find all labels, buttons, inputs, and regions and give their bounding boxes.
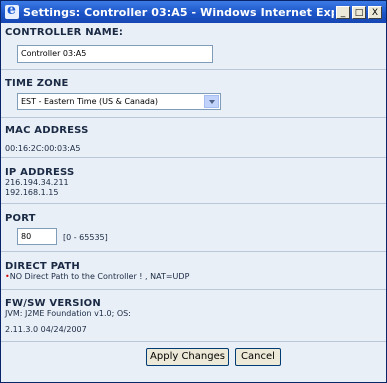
mac-address-value: 00:16:2C:00:03:A5 <box>5 144 81 153</box>
divider <box>1 251 386 252</box>
close-button[interactable]: X <box>368 5 382 19</box>
divider <box>1 203 386 204</box>
mac-address-section: MAC ADDRESS 00:16:2C:00:03:A5 <box>1 125 386 154</box>
port-section: PORT <box>1 213 386 224</box>
fw-sw-version-line1: JVM: J2ME Foundation v1.0; OS: <box>5 309 131 318</box>
direct-path-message: NO Direct Path to the Controller ! , NAT… <box>9 272 190 281</box>
divider <box>1 341 386 342</box>
fw-sw-version-section: FW/SW VERSION JVM: J2ME Foundation v1.0;… <box>1 298 386 335</box>
settings-panel: CONTROLLER NAME: Controller 03:A5 TIME Z… <box>1 23 386 382</box>
direct-path-section: DIRECT PATH •NO Direct Path to the Contr… <box>1 261 386 282</box>
title-bar[interactable]: Settings: Controller 03:A5 - Windows Int… <box>1 1 386 23</box>
time-zone-heading: TIME ZONE <box>5 78 69 89</box>
mac-address-heading: MAC ADDRESS <box>5 125 89 136</box>
ip-address-local: 192.168.1.15 <box>5 188 59 197</box>
maximize-button[interactable]: □ <box>352 5 366 19</box>
internet-explorer-icon <box>5 2 19 19</box>
minimize-button[interactable]: _ <box>336 5 350 19</box>
chevron-down-icon[interactable] <box>204 95 219 108</box>
ip-address-public: 216.194.34.211 <box>5 178 69 187</box>
fw-sw-version-heading: FW/SW VERSION <box>5 298 101 309</box>
window-title: Settings: Controller 03:A5 - Windows Int… <box>23 5 334 19</box>
ip-address-section: IP ADDRESS 216.194.34.211 192.168.1.15 <box>1 167 386 198</box>
time-zone-section: TIME ZONE <box>1 78 386 89</box>
direct-path-heading: DIRECT PATH <box>5 261 80 272</box>
controller-name-section: CONTROLLER NAME: <box>1 27 386 38</box>
divider <box>1 69 386 70</box>
apply-changes-button[interactable]: Apply Changes <box>146 348 229 366</box>
time-zone-select[interactable]: EST - Eastern Time (US & Canada) <box>17 93 221 110</box>
cancel-button[interactable]: Cancel <box>235 348 281 366</box>
controller-name-heading: CONTROLLER NAME: <box>5 27 124 38</box>
divider <box>1 117 386 118</box>
port-range-hint: [0 - 65535] <box>63 233 108 242</box>
ip-address-heading: IP ADDRESS <box>5 167 75 178</box>
browser-window: Settings: Controller 03:A5 - Windows Int… <box>0 0 387 383</box>
direct-path-status: •NO Direct Path to the Controller ! , NA… <box>5 272 386 282</box>
port-input[interactable]: 80 <box>17 228 57 245</box>
time-zone-selected-value: EST - Eastern Time (US & Canada) <box>21 97 158 106</box>
window-controls: _ □ X <box>334 5 382 19</box>
controller-name-input[interactable]: Controller 03:A5 <box>17 45 213 63</box>
divider <box>1 157 386 158</box>
divider <box>1 289 386 290</box>
fw-sw-version-line2: 2.11.3.0 04/24/2007 <box>5 325 87 334</box>
port-heading: PORT <box>5 213 36 224</box>
